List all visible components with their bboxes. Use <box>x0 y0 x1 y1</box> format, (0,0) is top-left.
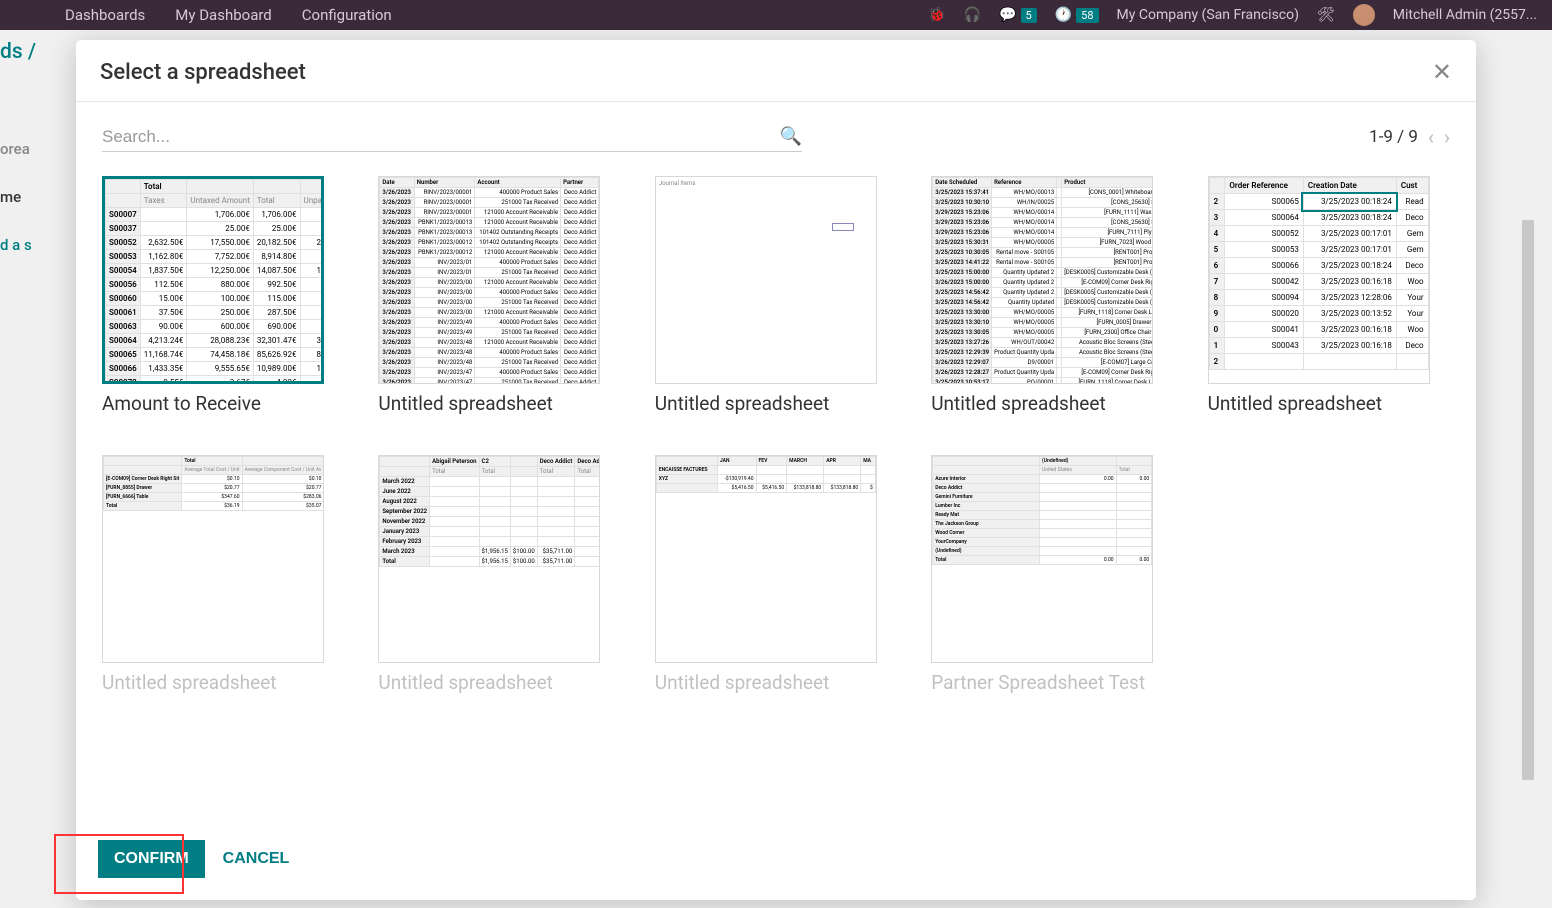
card-label: Untitled spreadsheet <box>655 392 891 415</box>
card-label: Untitled spreadsheet <box>378 392 614 415</box>
menu-my-dashboard[interactable]: My Dashboard <box>175 6 271 24</box>
scrollbar[interactable] <box>1522 220 1534 810</box>
card-label: Untitled spreadsheet <box>102 671 338 694</box>
card-label: Untitled spreadsheet <box>655 671 891 694</box>
spreadsheet-card-6[interactable]: TotalAverage Total Cost / UnitAverage Co… <box>102 455 338 694</box>
pager-prev[interactable]: ‹ <box>1428 125 1434 149</box>
confirm-button[interactable]: CONFIRM <box>98 840 205 878</box>
card-label: Untitled spreadsheet <box>378 671 614 694</box>
user-avatar[interactable] <box>1353 4 1375 26</box>
card-label: Partner Spreadsheet Test <box>931 671 1167 694</box>
spreadsheet-card-5[interactable]: Order ReferenceCreation DateCust2S000653… <box>1208 176 1444 415</box>
company-switcher[interactable]: My Company (San Francisco) <box>1117 7 1299 23</box>
journal-label: Journal Items <box>656 177 876 190</box>
search-input[interactable] <box>102 127 780 147</box>
spreadsheet-card-3[interactable]: Journal Items Untitled spreadsheet <box>655 176 891 415</box>
spreadsheet-card-amount-to-receive[interactable]: TotalTaxesUntaxed AmountTotalUnpaid AmoS… <box>102 176 338 415</box>
card-label: Untitled spreadsheet <box>1208 392 1444 415</box>
cancel-button[interactable]: CANCEL <box>223 850 290 868</box>
spreadsheet-card-2[interactable]: DateNumberAccountPartner3/26/2023RINV/20… <box>378 176 614 415</box>
activities-icon[interactable]: 🕐58 <box>1055 7 1099 23</box>
spreadsheet-card-4[interactable]: Date ScheduledReferenceProduct3/25/2023 … <box>931 176 1167 415</box>
select-spreadsheet-modal: Select a spreadsheet ✕ 🔍 1-9 / 9 ‹ › <box>76 40 1476 900</box>
pager-range: 1-9 / 9 <box>1369 127 1418 147</box>
close-icon: ✕ <box>1432 59 1452 86</box>
pager-next[interactable]: › <box>1444 125 1450 149</box>
spreadsheet-card-8[interactable]: JANFEVMARCHAPRMAENCAISSE FACTURESXYZ-$13… <box>655 455 891 694</box>
close-button[interactable]: ✕ <box>1432 58 1452 87</box>
search-icon[interactable]: 🔍 <box>780 126 802 147</box>
bug-icon[interactable]: 🐞 <box>928 7 945 23</box>
messages-icon[interactable]: 💬5 <box>999 7 1037 23</box>
user-menu[interactable]: Mitchell Admin (2557... <box>1393 7 1537 23</box>
top-menu-bar: Dashboards My Dashboard Configuration 🐞 … <box>0 0 1552 30</box>
modal-overlay: Select a spreadsheet ✕ 🔍 1-9 / 9 ‹ › <box>0 30 1552 908</box>
spreadsheet-card-9[interactable]: (Undefined)United StatesTotalAzure Inter… <box>931 455 1167 694</box>
modal-title: Select a spreadsheet <box>100 60 306 85</box>
spreadsheet-card-7[interactable]: Abigail PetersonC2Deco AddictDeco Addict… <box>378 455 614 694</box>
pager: 1-9 / 9 ‹ › <box>1369 125 1450 149</box>
menu-configuration[interactable]: Configuration <box>302 6 392 24</box>
support-icon[interactable]: 🎧 <box>964 7 981 23</box>
card-label: Amount to Receive <box>102 392 338 415</box>
menu-dashboards[interactable]: Dashboards <box>65 6 145 24</box>
tools-icon[interactable]: 🛠 <box>1317 7 1335 23</box>
card-label: Untitled spreadsheet <box>931 392 1167 415</box>
